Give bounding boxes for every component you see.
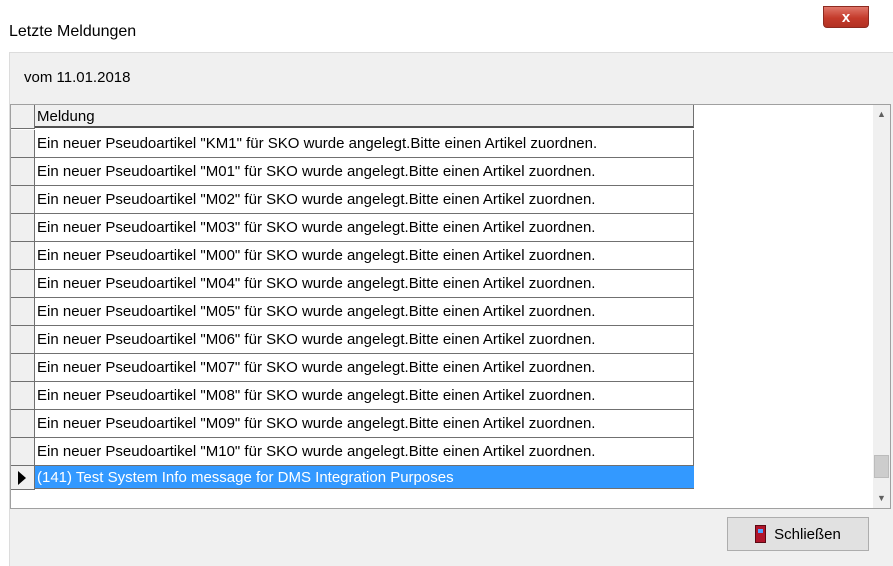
window-close-button[interactable]: x xyxy=(823,6,869,28)
message-cell[interactable]: Ein neuer Pseudoartikel "M04" für SKO wu… xyxy=(35,270,694,298)
column-header-meldung[interactable]: Meldung xyxy=(35,105,694,128)
row-indicator[interactable] xyxy=(11,382,35,410)
row-indicator[interactable] xyxy=(11,354,35,382)
table-row[interactable]: Ein neuer Pseudoartikel "M06" für SKO wu… xyxy=(11,326,694,354)
row-indicator[interactable] xyxy=(11,270,35,298)
door-icon xyxy=(755,525,767,543)
message-cell[interactable]: Ein neuer Pseudoartikel "KM1" für SKO wu… xyxy=(35,130,694,158)
message-cell[interactable]: Ein neuer Pseudoartikel "M08" für SKO wu… xyxy=(35,382,694,410)
messages-grid[interactable]: Meldung Ein neuer Pseudoartikel "KM1" fü… xyxy=(10,104,891,509)
table-row-selected[interactable]: (141) Test System Info message for DMS I… xyxy=(11,466,694,490)
close-dialog-button[interactable]: Schließen xyxy=(727,517,869,551)
table-row[interactable]: Ein neuer Pseudoartikel "M00" für SKO wu… xyxy=(11,242,694,270)
message-cell[interactable]: Ein neuer Pseudoartikel "M01" für SKO wu… xyxy=(35,158,694,186)
table-row[interactable]: Ein neuer Pseudoartikel "M03" für SKO wu… xyxy=(11,214,694,242)
scrollbar-thumb[interactable] xyxy=(874,455,889,478)
vertical-scrollbar[interactable]: ▲ ▼ xyxy=(873,105,890,508)
table-row[interactable]: Ein neuer Pseudoartikel "M04" für SKO wu… xyxy=(11,270,694,298)
date-label: vom 11.01.2018 xyxy=(24,69,131,86)
message-cell[interactable]: Ein neuer Pseudoartikel "M02" für SKO wu… xyxy=(35,186,694,214)
message-cell[interactable]: Ein neuer Pseudoartikel "M06" für SKO wu… xyxy=(35,326,694,354)
message-cell[interactable]: Ein neuer Pseudoartikel "M00" für SKO wu… xyxy=(35,242,694,270)
message-cell[interactable]: Ein neuer Pseudoartikel "M07" für SKO wu… xyxy=(35,354,694,382)
row-indicator[interactable] xyxy=(11,242,35,270)
close-button-label: Schließen xyxy=(774,525,841,543)
row-indicator[interactable] xyxy=(11,186,35,214)
close-icon: x xyxy=(841,8,851,26)
row-indicator[interactable] xyxy=(11,158,35,186)
grid-header-row: Meldung xyxy=(11,105,694,129)
table-row[interactable]: Ein neuer Pseudoartikel "M05" für SKO wu… xyxy=(11,298,694,326)
row-indicator[interactable] xyxy=(11,298,35,326)
table-row[interactable]: Ein neuer Pseudoartikel "M10" für SKO wu… xyxy=(11,438,694,466)
row-indicator[interactable] xyxy=(11,466,35,490)
message-cell[interactable]: Ein neuer Pseudoartikel "M05" für SKO wu… xyxy=(35,298,694,326)
row-indicator[interactable] xyxy=(11,214,35,242)
message-cell[interactable]: Ein neuer Pseudoartikel "M03" für SKO wu… xyxy=(35,214,694,242)
row-indicator[interactable] xyxy=(11,130,35,158)
window-title: Letzte Meldungen xyxy=(9,23,137,40)
message-cell[interactable]: Ein neuer Pseudoartikel "M10" für SKO wu… xyxy=(35,438,694,466)
table-row[interactable]: Ein neuer Pseudoartikel "M08" für SKO wu… xyxy=(11,382,694,410)
header-indicator xyxy=(11,105,35,129)
table-row[interactable]: Ein neuer Pseudoartikel "M01" für SKO wu… xyxy=(11,158,694,186)
row-indicator[interactable] xyxy=(11,438,35,466)
table-row[interactable]: Ein neuer Pseudoartikel "M02" für SKO wu… xyxy=(11,186,694,214)
title-bar: Letzte Meldungen x xyxy=(0,0,893,52)
message-cell[interactable]: (141) Test System Info message for DMS I… xyxy=(35,466,694,489)
row-indicator[interactable] xyxy=(11,410,35,438)
row-indicator[interactable] xyxy=(11,326,35,354)
current-row-pointer-icon xyxy=(18,471,26,485)
table-row[interactable]: Ein neuer Pseudoartikel "M07" für SKO wu… xyxy=(11,354,694,382)
message-cell[interactable]: Ein neuer Pseudoartikel "M09" für SKO wu… xyxy=(35,410,694,438)
table-row[interactable]: Ein neuer Pseudoartikel "KM1" für SKO wu… xyxy=(11,130,694,158)
scroll-down-icon[interactable]: ▼ xyxy=(873,489,890,506)
table-row[interactable]: Ein neuer Pseudoartikel "M09" für SKO wu… xyxy=(11,410,694,438)
scroll-up-icon[interactable]: ▲ xyxy=(873,105,890,122)
